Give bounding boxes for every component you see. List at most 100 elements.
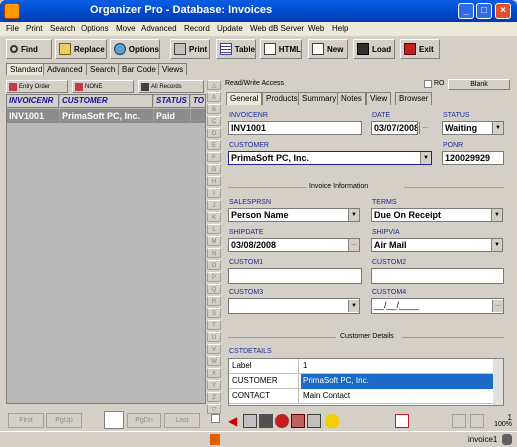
alphabet-letter-q[interactable]: Q (207, 284, 221, 294)
alphabet-scroll-up-icon[interactable]: △ (207, 80, 221, 90)
alphabet-letter-w[interactable]: W (207, 356, 221, 366)
entry-order-button[interactable]: Entry Order (6, 80, 68, 93)
detail-value[interactable]: 1 (301, 359, 493, 374)
alphabet-letter-f[interactable]: F (207, 152, 221, 162)
column-header-status[interactable]: STATUS (154, 95, 190, 108)
tab-advanced[interactable]: Advanced (43, 63, 87, 75)
exit-button[interactable]: Exit (400, 39, 440, 59)
menu-record[interactable]: Record (184, 24, 210, 33)
ro-checkbox[interactable] (424, 80, 432, 88)
alphabet-letter-l[interactable]: L (207, 224, 221, 234)
invoicenr-field[interactable]: INV1001 (228, 121, 362, 135)
all-records-button[interactable]: All Records (138, 80, 204, 93)
alphabet-letter-c[interactable]: C (207, 116, 221, 126)
tab-browser[interactable]: Browser (395, 92, 433, 105)
tab-views[interactable]: Views (158, 63, 188, 75)
alphabet-letter-u[interactable]: U (207, 332, 221, 342)
menu-update[interactable]: Update (217, 24, 243, 33)
custom2-field[interactable] (371, 268, 504, 284)
date-field[interactable]: 03/07/2008 (371, 121, 418, 135)
column-header-customer[interactable]: CUSTOMER (60, 95, 153, 108)
customer-select[interactable]: PrimaSoft PC, Inc. ▼ (228, 151, 432, 165)
alphabet-letter-k[interactable]: K (207, 212, 221, 222)
alphabet-letter-v[interactable]: V (207, 344, 221, 354)
menu-print[interactable]: Print (26, 24, 42, 33)
tab-bar-code[interactable]: Bar Code (118, 63, 160, 75)
alphabet-letter-t[interactable]: T (207, 320, 221, 330)
custom3-select[interactable]: ▼ (228, 298, 360, 314)
filter-none-button[interactable]: NONE (72, 80, 134, 93)
first-button[interactable]: First (8, 413, 44, 428)
back-arrow-icon[interactable]: ◀ (228, 414, 242, 428)
table-row[interactable]: CONTACT Main Contact (229, 389, 493, 404)
find-button[interactable]: Find (6, 39, 52, 59)
shipdate-field[interactable]: 03/08/2008 ··· (228, 238, 360, 252)
copy-record-icon[interactable] (291, 414, 305, 428)
salesprsn-select[interactable]: Person Name ▼ (228, 208, 360, 222)
pgup-button[interactable]: PgUp (46, 413, 82, 428)
tab-view[interactable]: View (366, 92, 392, 105)
duplicate-icon[interactable] (307, 414, 321, 428)
next-record-icon[interactable] (470, 414, 484, 428)
alphabet-letter-b[interactable]: B (207, 104, 221, 114)
blank-button[interactable]: Blank (448, 79, 510, 90)
alphabet-letter-e[interactable]: E (207, 140, 221, 150)
terms-select[interactable]: Due On Receipt ▼ (371, 208, 503, 222)
vertical-scrollbar[interactable] (493, 359, 503, 405)
table-row[interactable]: Label 1 (229, 359, 493, 374)
options-button[interactable]: Options (110, 39, 160, 59)
ponr-field[interactable]: 120029929 (442, 151, 504, 165)
alphabet-letter-o[interactable]: O (207, 260, 221, 270)
last-button[interactable]: Last (164, 413, 200, 428)
tab-products[interactable]: Products (262, 92, 302, 105)
column-header-invoicenr[interactable]: INVOICENR (7, 95, 59, 108)
prev-record-icon[interactable] (452, 414, 466, 428)
tab-search[interactable]: Search (86, 63, 120, 75)
customer-details-table[interactable]: Label 1 CUSTOMER PrimaSoft PC, Inc. CONT… (228, 358, 504, 406)
lightbulb-icon[interactable] (325, 414, 339, 428)
menu-options[interactable]: Options (81, 24, 109, 33)
alphabet-letter-g[interactable]: G (207, 164, 221, 174)
alphabet-letter-x[interactable]: X (207, 368, 221, 378)
column-header-to[interactable]: TO (191, 95, 205, 108)
alphabet-letter-d[interactable]: D (207, 128, 221, 138)
bottom-checkbox[interactable] (211, 414, 220, 423)
tab-notes[interactable]: Notes (337, 92, 366, 105)
load-button[interactable]: Load (353, 39, 395, 59)
alphabet-letter-y[interactable]: Y (207, 380, 221, 390)
shipvia-select[interactable]: Air Mail ▼ (371, 238, 503, 252)
tab-standard[interactable]: Standard (6, 63, 47, 75)
records-grid[interactable]: INVOICENR CUSTOMER STATUS TO INV1001 Pri… (6, 94, 206, 404)
html-button[interactable]: HTML (260, 39, 302, 59)
menu-search[interactable]: Search (50, 24, 75, 33)
cell-to[interactable] (191, 109, 205, 123)
date-picker-button[interactable]: ··· (492, 300, 503, 312)
minimize-button[interactable]: _ (458, 3, 474, 19)
alphabet-letter-j[interactable]: J (207, 200, 221, 210)
print-button[interactable]: Print (170, 39, 210, 59)
refresh-icon[interactable] (275, 414, 289, 428)
printer-icon[interactable] (243, 414, 257, 428)
tab-summary[interactable]: Summary (298, 92, 341, 105)
alphabet-letter-a[interactable]: A (207, 92, 221, 102)
alphabet-letter-z[interactable]: Z (207, 392, 221, 402)
date-picker-button[interactable]: ··· (419, 122, 430, 134)
menu-help[interactable]: Help (332, 24, 348, 33)
trash-icon[interactable] (259, 414, 273, 428)
custom4-field[interactable]: __/__/____ ··· (371, 298, 504, 314)
table-button[interactable]: Table (216, 39, 256, 59)
pgdn-button[interactable]: PgDn (127, 413, 161, 428)
close-button[interactable]: × (495, 3, 511, 19)
replace-button[interactable]: Replace (55, 39, 107, 59)
maximize-button[interactable]: □ (476, 3, 492, 19)
alphabet-letter-i[interactable]: I (207, 188, 221, 198)
menu-file[interactable]: File (6, 24, 19, 33)
new-button[interactable]: New (308, 39, 348, 59)
menu-web-db-server[interactable]: Web dB Server (250, 24, 304, 33)
alphabet-letter-n[interactable]: N (207, 248, 221, 258)
menu-advanced[interactable]: Advanced (141, 24, 177, 33)
menu-move[interactable]: Move (116, 24, 136, 33)
alphabet-letter-s[interactable]: S (207, 308, 221, 318)
status-select[interactable]: Waiting ▼ (442, 121, 504, 135)
date-picker-button[interactable]: ··· (348, 239, 359, 251)
